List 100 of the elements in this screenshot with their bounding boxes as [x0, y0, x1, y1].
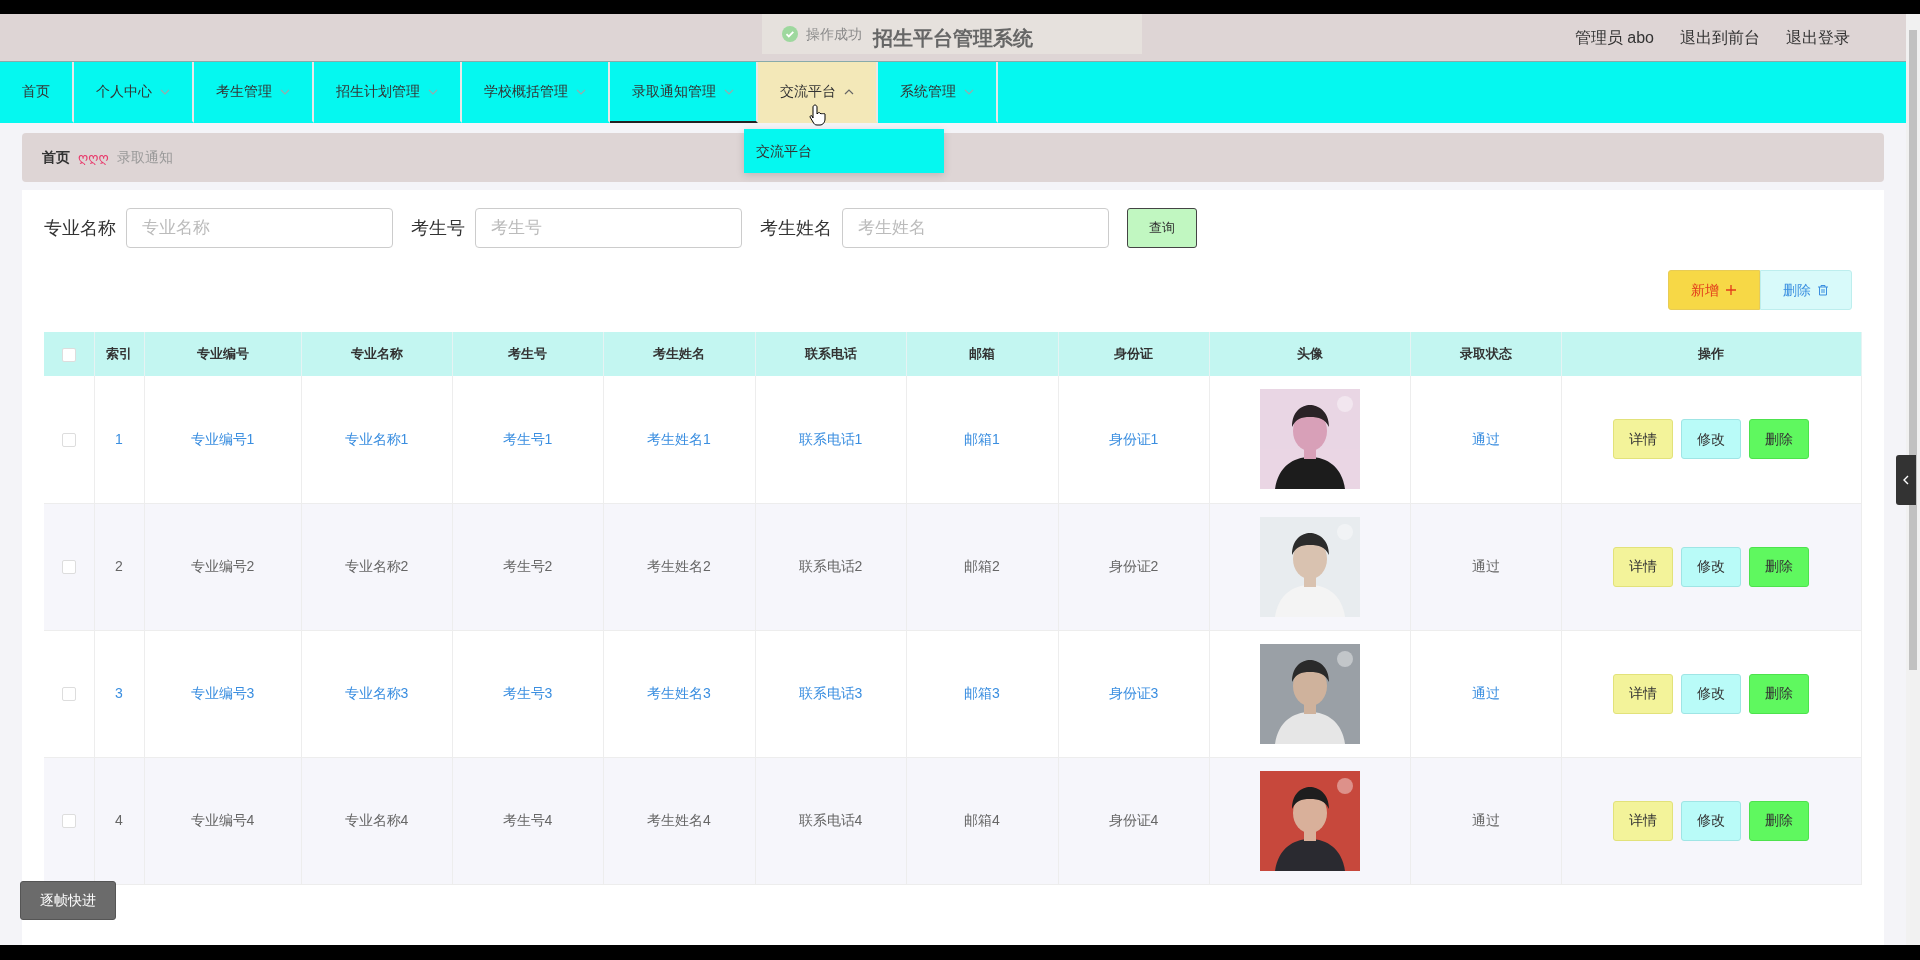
caret-icon [160, 87, 170, 96]
status-text: 通过 [1471, 685, 1500, 701]
search-button[interactable]: 查询 [1127, 208, 1197, 248]
table-cell: 身份证4 [1108, 812, 1159, 828]
column-header: 邮箱 [969, 346, 995, 362]
search-field[interactable]: 专业名称 [126, 208, 393, 248]
table-cell: 联系电话4 [798, 812, 863, 828]
caret-icon [428, 87, 438, 96]
details-button[interactable]: 详情 [1613, 546, 1673, 587]
edit-button[interactable]: 修改 [1681, 419, 1741, 460]
header-link[interactable]: 退出登录 [1786, 26, 1850, 50]
caret-icon [724, 87, 734, 96]
table-cell: 专业编号2 [190, 558, 255, 574]
column-header: 操作 [1698, 346, 1724, 362]
status-text: 通过 [1471, 430, 1500, 447]
edit-button[interactable]: 修改 [1681, 673, 1741, 714]
edit-button[interactable]: 修改 [1681, 800, 1741, 841]
table-cell: 专业名称4 [344, 812, 409, 828]
caret-icon [280, 87, 290, 96]
check-icon [782, 26, 798, 42]
user-menu-link[interactable]: 管理员 abo [1574, 26, 1654, 50]
scrollbar[interactable] [1906, 14, 1920, 945]
table-cell: 考生姓名3 [647, 685, 711, 701]
caret-icon [964, 87, 974, 96]
app-title: 招生平台管理系统 [873, 25, 1033, 51]
table-cell: 3 [115, 685, 123, 701]
table-cell: 1 [115, 430, 123, 447]
field-label: 专业名称 [44, 216, 116, 240]
table-cell: 2 [115, 558, 123, 574]
plus-icon [1725, 284, 1737, 296]
nav-tab[interactable]: 考生管理 [194, 62, 314, 123]
delete-button[interactable]: 删除 [1749, 419, 1809, 460]
caret-icon [844, 87, 854, 96]
table-cell: 专业编号3 [190, 685, 255, 701]
search-field[interactable]: 考生号 [475, 208, 742, 248]
table-cell: 考生姓名1 [647, 430, 711, 447]
trash-icon [1817, 284, 1829, 296]
row-checkbox[interactable] [61, 687, 76, 702]
table-cell: 邮箱3 [964, 685, 1000, 701]
delete-button[interactable]: 删除 [1749, 546, 1809, 587]
table-cell: 考生号3 [502, 685, 553, 701]
table-cell: 考生号4 [502, 812, 553, 828]
table-cell: 专业名称1 [344, 430, 409, 447]
menu-item[interactable]: 交流平台 [744, 140, 824, 162]
field-label: 考生号 [411, 216, 465, 240]
table-cell: 联系电话2 [798, 558, 863, 574]
nav-tab[interactable]: 学校概括管理 [462, 62, 610, 123]
breadcrumb-current: 录取通知 [116, 148, 173, 167]
edit-button[interactable]: 修改 [1681, 546, 1741, 587]
table-cell: 考生姓名4 [647, 812, 711, 828]
breadcrumb-separator: ღღღ [78, 148, 109, 167]
side-toggle-button[interactable] [1896, 455, 1916, 505]
table-cell: 专业名称2 [344, 558, 409, 574]
table-cell: 联系电话1 [798, 430, 863, 447]
details-button[interactable]: 详情 [1613, 673, 1673, 714]
table-cell: 专业名称3 [344, 685, 409, 701]
header-link[interactable]: 退出到前台 [1680, 26, 1760, 50]
nav-tab[interactable]: 首页 [0, 62, 74, 123]
caret-icon [576, 87, 586, 96]
column-header: 专业编号 [196, 346, 249, 362]
details-button[interactable]: 详情 [1613, 419, 1673, 460]
table-cell: 考生姓名2 [647, 558, 711, 574]
table-cell: 联系电话3 [798, 685, 863, 701]
column-header: 索引 [106, 346, 132, 362]
frame-step-button[interactable]: 逐帧快进 [20, 881, 116, 920]
table-cell: 专业编号1 [190, 430, 255, 447]
table-cell: 身份证2 [1108, 558, 1159, 574]
column-header: 考生姓名 [653, 346, 705, 362]
table-cell: 考生号1 [502, 430, 553, 447]
column-header: 头像 [1296, 346, 1323, 362]
table-cell: 4 [115, 812, 123, 828]
table-cell: 邮箱1 [964, 430, 1000, 447]
table-cell: 邮箱4 [964, 812, 1000, 828]
table-cell: 邮箱2 [964, 558, 1000, 574]
status-text: 通过 [1471, 558, 1500, 574]
nav-tab[interactable]: 个人中心 [74, 62, 194, 123]
chevron-left-icon [1902, 475, 1910, 485]
delete-button[interactable]: 删除 [1749, 800, 1809, 841]
column-header: 联系电话 [804, 346, 857, 362]
table-cell: 身份证1 [1108, 430, 1159, 447]
column-header: 专业名称 [350, 346, 403, 362]
row-checkbox[interactable] [61, 560, 76, 575]
delete-button[interactable]: 删除 [1749, 673, 1809, 714]
field-label: 考生姓名 [760, 216, 832, 240]
nav-tab[interactable]: 系统管理 [878, 62, 998, 123]
table-cell: 身份证3 [1108, 685, 1159, 701]
row-checkbox[interactable] [61, 433, 76, 448]
select-all-checkbox[interactable] [61, 347, 76, 362]
nav-tab[interactable]: 招生计划管理 [314, 62, 462, 123]
row-checkbox[interactable] [61, 814, 76, 829]
nav-tab[interactable]: 交流平台 [758, 62, 878, 123]
column-header: 录取状态 [1459, 346, 1512, 362]
details-button[interactable]: 详情 [1613, 800, 1673, 841]
column-header: 身份证 [1114, 346, 1153, 362]
search-field[interactable]: 考生姓名 [842, 208, 1109, 248]
cursor-icon [808, 104, 828, 128]
breadcrumb-link[interactable]: 首页 [42, 147, 70, 168]
table-cell: 考生号2 [502, 558, 553, 574]
status-text: 通过 [1471, 812, 1500, 828]
column-header: 考生号 [508, 346, 547, 362]
